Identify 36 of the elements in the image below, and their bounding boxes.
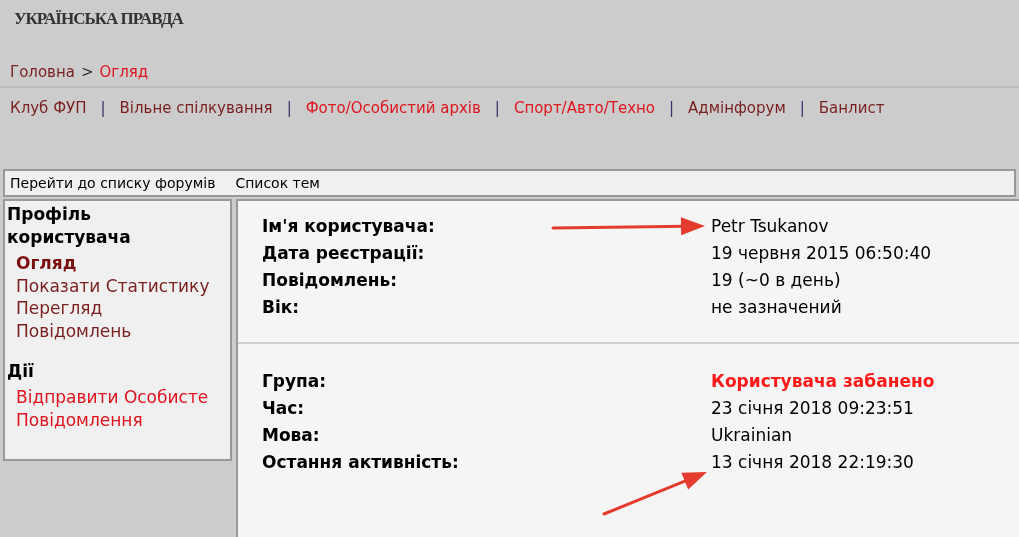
sidebar-heading: Профіль користувача [7,203,132,249]
field-label: Група: [262,371,327,391]
sidebar-link[interactable]: Відправити Особисте Повідомлення [16,386,221,431]
forum-link[interactable]: Вільне спілкування [119,96,273,120]
nav-separator: | [669,97,675,119]
site-logo[interactable]: УКРАЇНСЬКА ПРАВДА [14,9,183,28]
breadcrumb-link[interactable]: Головна [10,60,75,84]
forum-link[interactable]: Клуб ФУП [10,96,87,120]
sidebar-link[interactable]: Перегляд Повідомлень [16,297,221,342]
sidebar-heading: Дії [7,360,35,383]
field-value: 23 січня 2018 09:23:51 [711,397,914,420]
field-label: Час: [262,398,305,418]
forum-link[interactable]: Банлист [818,96,885,120]
nav-separator: | [494,97,500,119]
field-label: Вік: [262,297,300,317]
breadcrumb-separator: > [80,61,94,83]
field-value: 19 (~0 в день) [711,269,841,292]
forum-link[interactable]: Адмінфорум [688,96,786,120]
field-label: Ім'я користувача: [262,216,435,236]
toolbar-link[interactable]: Список тем [235,172,320,194]
field-label: Остання активність: [262,452,459,472]
nav-separator: | [100,97,106,119]
nav-separator: | [799,97,805,119]
sidebar-link[interactable]: Огляд [16,252,221,275]
nav-separator: | [286,97,292,119]
field-value: Користувача забанено [711,370,935,393]
sidebar-link[interactable]: Показати Статистику [16,274,221,297]
field-label: Мова: [262,425,320,445]
field-label: Дата реєстрації: [262,243,425,263]
field-value: 13 січня 2018 22:19:30 [711,451,914,474]
field-label: Повідомлень: [262,270,398,290]
field-value: Ukrainian [711,424,793,447]
field-value: Petr Tsukanov [711,215,829,238]
field-value: не зазначений [711,296,842,319]
field-value: 19 червня 2015 06:50:40 [711,242,932,265]
toolbar-link[interactable]: Перейти до списку форумів [10,172,216,194]
